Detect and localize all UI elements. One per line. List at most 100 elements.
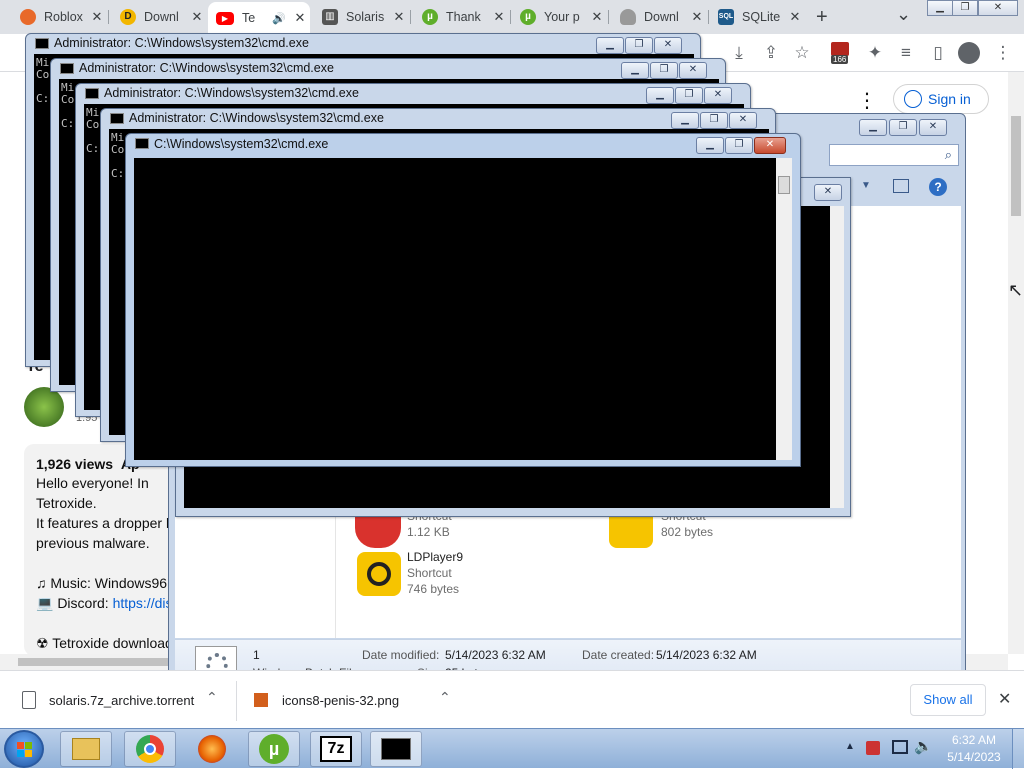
tab-roblox[interactable]: Roblox ✕ xyxy=(12,4,107,30)
taskbar-cmd[interactable] xyxy=(370,731,422,767)
discord-link[interactable]: https://dis xyxy=(113,595,173,611)
maximize-button[interactable]: ❐ xyxy=(952,0,978,16)
help-icon[interactable]: ? xyxy=(929,178,947,196)
close-button[interactable]: ✕ xyxy=(754,137,786,154)
action-center-icon[interactable] xyxy=(866,741,880,755)
close-icon[interactable]: ✕ xyxy=(87,9,107,25)
close-button[interactable]: ✕ xyxy=(919,119,947,136)
folder-icon xyxy=(72,738,100,760)
image-file-icon xyxy=(254,693,268,707)
show-desktop-button[interactable] xyxy=(1012,729,1024,769)
maximize-button[interactable]: ❐ xyxy=(625,37,653,54)
sign-in-button[interactable]: Sign in xyxy=(893,84,989,114)
close-icon[interactable]: ✕ xyxy=(489,9,509,25)
close-icon[interactable]: ✕ xyxy=(587,9,607,25)
close-icon[interactable]: ✕ xyxy=(998,689,1011,709)
tab-utorrent-your[interactable]: µ Your p ✕ xyxy=(512,4,607,30)
close-icon[interactable]: ✕ xyxy=(389,9,409,25)
file-name[interactable]: LDPlayer9 xyxy=(407,550,463,564)
minimize-button[interactable]: ▁ xyxy=(696,137,724,154)
roblox-icon xyxy=(20,9,36,25)
chevron-up-icon[interactable]: ⌃ xyxy=(206,689,218,706)
share-icon[interactable]: ⇪ xyxy=(760,43,782,63)
window-title: Administrator: C:\Windows\system32\cmd.e… xyxy=(104,86,359,100)
maximize-button[interactable]: ❐ xyxy=(650,62,678,79)
cmd-window-active[interactable]: C:\Windows\system32\cmd.exe ▁ ❐ ✕ xyxy=(125,133,801,467)
minimize-button[interactable]: ▁ xyxy=(621,62,649,79)
puzzle-icon[interactable]: ✦ xyxy=(864,43,886,63)
network-icon[interactable] xyxy=(892,740,908,754)
close-button[interactable]: ✕ xyxy=(729,112,757,129)
taskbar-utorrent[interactable]: µ xyxy=(248,731,300,767)
tab-search-button[interactable]: ⌄ xyxy=(896,4,911,25)
clock-date[interactable]: 5/14/2023 xyxy=(944,750,1004,764)
clock-time[interactable]: 6:32 AM xyxy=(944,733,1004,747)
page-scrollbar[interactable] xyxy=(1008,72,1024,654)
view-options-icon[interactable]: ▼ xyxy=(861,180,871,191)
sqlite-icon: SQL xyxy=(718,9,734,25)
tab-utorrent-thank[interactable]: µ Thank ✕ xyxy=(414,4,509,30)
window-title: Administrator: C:\Windows\system32\cmd.e… xyxy=(54,36,309,50)
channel-avatar[interactable] xyxy=(24,387,64,427)
taskbar-chrome[interactable] xyxy=(124,731,176,767)
created-value: 5/14/2023 6:32 AM xyxy=(656,648,757,662)
speaker-icon[interactable]: 🔊 xyxy=(272,12,286,25)
volume-icon[interactable]: 🔈 xyxy=(914,737,933,755)
menu-icon[interactable]: ⋮ xyxy=(992,43,1014,63)
extension-icon[interactable]: 166 xyxy=(831,42,853,66)
console-scrollbar[interactable] xyxy=(776,158,792,460)
youtube-icon: ▶ xyxy=(216,11,234,25)
tab-title: Thank xyxy=(446,10,481,24)
tab-solaris[interactable]: ▥ Solaris ✕ xyxy=(314,4,409,30)
close-icon[interactable]: ✕ xyxy=(290,10,310,26)
download-site-icon: D xyxy=(120,9,136,25)
minimize-button[interactable]: ▁ xyxy=(927,0,953,16)
preview-pane-icon[interactable] xyxy=(893,179,909,193)
download-item-name[interactable]: icons8-penis-32.png xyxy=(282,693,399,708)
download-item-name[interactable]: solaris.7z_archive.torrent xyxy=(49,693,194,708)
minimize-button[interactable]: ▁ xyxy=(859,119,887,136)
sidepanel-icon[interactable]: ▯ xyxy=(927,43,949,63)
minimize-button[interactable]: ▁ xyxy=(596,37,624,54)
bookmark-star-icon[interactable]: ☆ xyxy=(791,43,813,63)
chevron-up-icon[interactable]: ⌃ xyxy=(439,689,451,706)
media-icon[interactable]: ≡ xyxy=(895,43,917,63)
more-icon[interactable]: ⋮ xyxy=(857,88,877,113)
search-input[interactable]: ⌕ xyxy=(829,144,959,166)
console-scrollbar[interactable] xyxy=(830,206,844,508)
close-icon[interactable]: ✕ xyxy=(187,9,207,25)
tray-expand-icon[interactable]: ▲ xyxy=(845,741,855,752)
minimize-button[interactable]: ▁ xyxy=(646,87,674,104)
taskbar-explorer[interactable] xyxy=(60,731,112,767)
close-button[interactable]: ✕ xyxy=(679,62,707,79)
download-icon[interactable]: ⤓ xyxy=(728,43,750,63)
tab-download[interactable]: D Downl ✕ xyxy=(112,4,207,30)
scroll-thumb[interactable] xyxy=(1011,116,1021,216)
tab-download-db[interactable]: Downl ✕ xyxy=(612,4,707,30)
maximize-button[interactable]: ❐ xyxy=(700,112,728,129)
new-tab-button[interactable]: + xyxy=(816,6,828,29)
description-line: Hello everyone! In xyxy=(36,475,149,491)
mouse-cursor-icon: ↖ xyxy=(1008,280,1024,300)
close-icon[interactable]: ✕ xyxy=(687,9,707,25)
taskbar-firefox[interactable] xyxy=(186,731,238,767)
console-line: Co xyxy=(61,93,75,106)
tab-sqlite[interactable]: SQL SQLite ✕ xyxy=(710,4,805,30)
tab-youtube[interactable]: ▶ Te 🔊 ✕ xyxy=(208,2,310,34)
maximize-button[interactable]: ❐ xyxy=(725,137,753,154)
maximize-button[interactable]: ❐ xyxy=(675,87,703,104)
show-all-button[interactable]: Show all xyxy=(910,684,986,716)
maximize-button[interactable]: ❐ xyxy=(889,119,917,136)
close-button[interactable]: ✕ xyxy=(654,37,682,54)
ldplayer-icon[interactable] xyxy=(357,552,401,596)
tab-title: SQLite xyxy=(742,10,781,24)
profile-avatar[interactable] xyxy=(958,42,980,64)
start-button[interactable] xyxy=(4,730,44,768)
close-button[interactable]: ✕ xyxy=(978,0,1018,16)
close-icon[interactable]: ✕ xyxy=(785,9,805,25)
description-line: Tetroxide. xyxy=(36,495,97,511)
close-button[interactable]: ✕ xyxy=(814,184,842,201)
minimize-button[interactable]: ▁ xyxy=(671,112,699,129)
taskbar-7zip[interactable]: 7z xyxy=(310,731,362,767)
close-button[interactable]: ✕ xyxy=(704,87,732,104)
